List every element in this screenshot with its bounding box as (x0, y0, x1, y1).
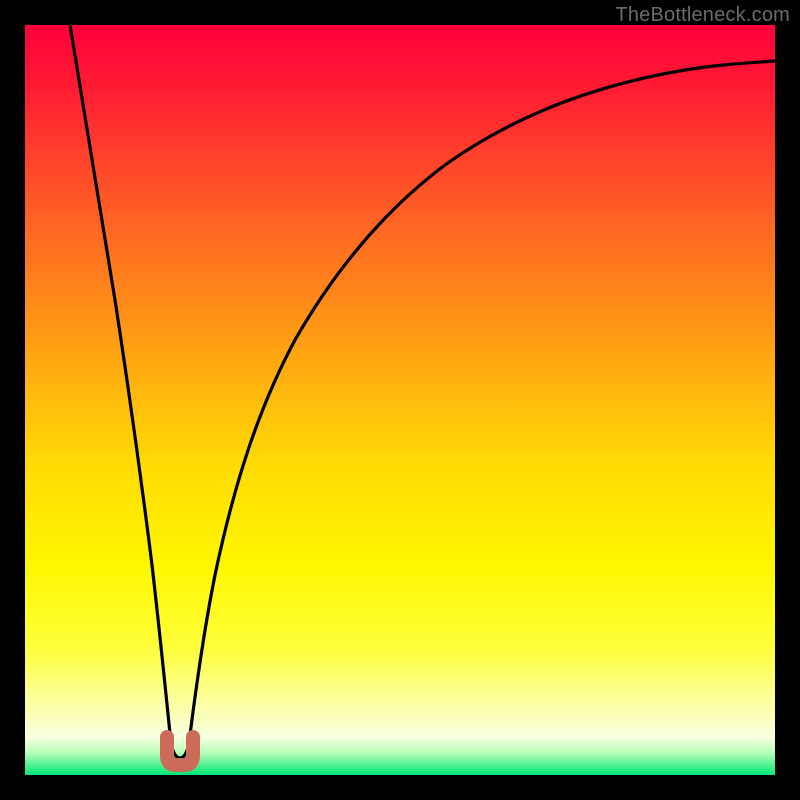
bottleneck-curve (70, 25, 775, 758)
curve-layer (25, 25, 775, 775)
chart-frame: TheBottleneck.com (0, 0, 800, 800)
min-marker-icon (167, 737, 193, 765)
plot-area (25, 25, 775, 775)
watermark-text: TheBottleneck.com (615, 4, 790, 27)
